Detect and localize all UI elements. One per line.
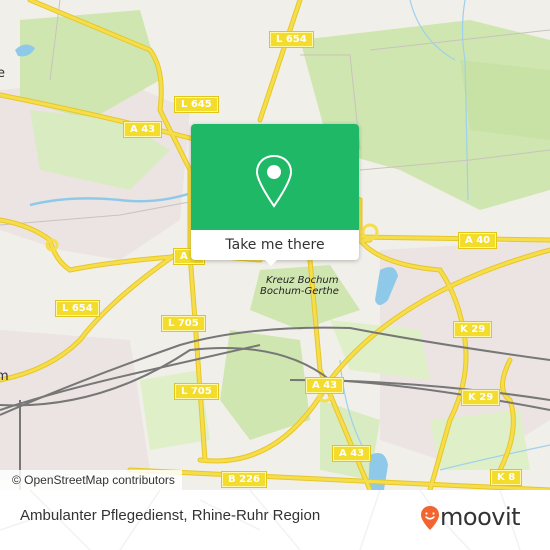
popup-header <box>191 124 359 230</box>
forest-area <box>460 60 550 140</box>
map-pin-icon <box>255 154 293 208</box>
road-shield: A 43 <box>124 122 162 137</box>
moovit-pin-icon <box>421 506 439 530</box>
road-shield: A 43 <box>306 378 344 393</box>
place-label-bochum-gerthe: Bochum-Gerthe <box>260 286 339 297</box>
place-label-kreuz-bochum: Kreuz Bochum <box>266 275 339 286</box>
location-popup[interactable]: Take me there <box>191 124 359 266</box>
place-label-edge: e <box>0 66 5 81</box>
road-shield: A 43 <box>333 446 371 461</box>
road-shield: K 29 <box>454 322 492 337</box>
moovit-wordmark: moovit <box>440 503 521 531</box>
road-shield: L 654 <box>56 301 99 316</box>
take-me-there-button[interactable]: Take me there <box>191 230 359 260</box>
road-shield: L 654 <box>270 32 313 47</box>
place-label-edge: m <box>0 369 9 384</box>
map-canvas[interactable]: L 654 L 645 A 43 L 645 A 40 A 4 L 654 L … <box>0 0 550 490</box>
road-shield: A 40 <box>459 233 497 248</box>
road-shield: K 8 <box>491 470 522 485</box>
place-title: Ambulanter Pflegedienst, Rhine-Ruhr Regi… <box>20 507 321 524</box>
road-shield: L 705 <box>162 316 205 331</box>
road-shield: B 226 <box>222 472 266 487</box>
road-shield: L 645 <box>175 97 218 112</box>
road-shield: K 29 <box>462 390 500 405</box>
map-attribution[interactable]: © OpenStreetMap contributors <box>0 470 182 490</box>
popup-pointer <box>263 258 279 266</box>
footer-bar: Ambulanter Pflegedienst, Rhine-Ruhr Regi… <box>0 490 550 550</box>
road-shield: L 705 <box>175 384 218 399</box>
